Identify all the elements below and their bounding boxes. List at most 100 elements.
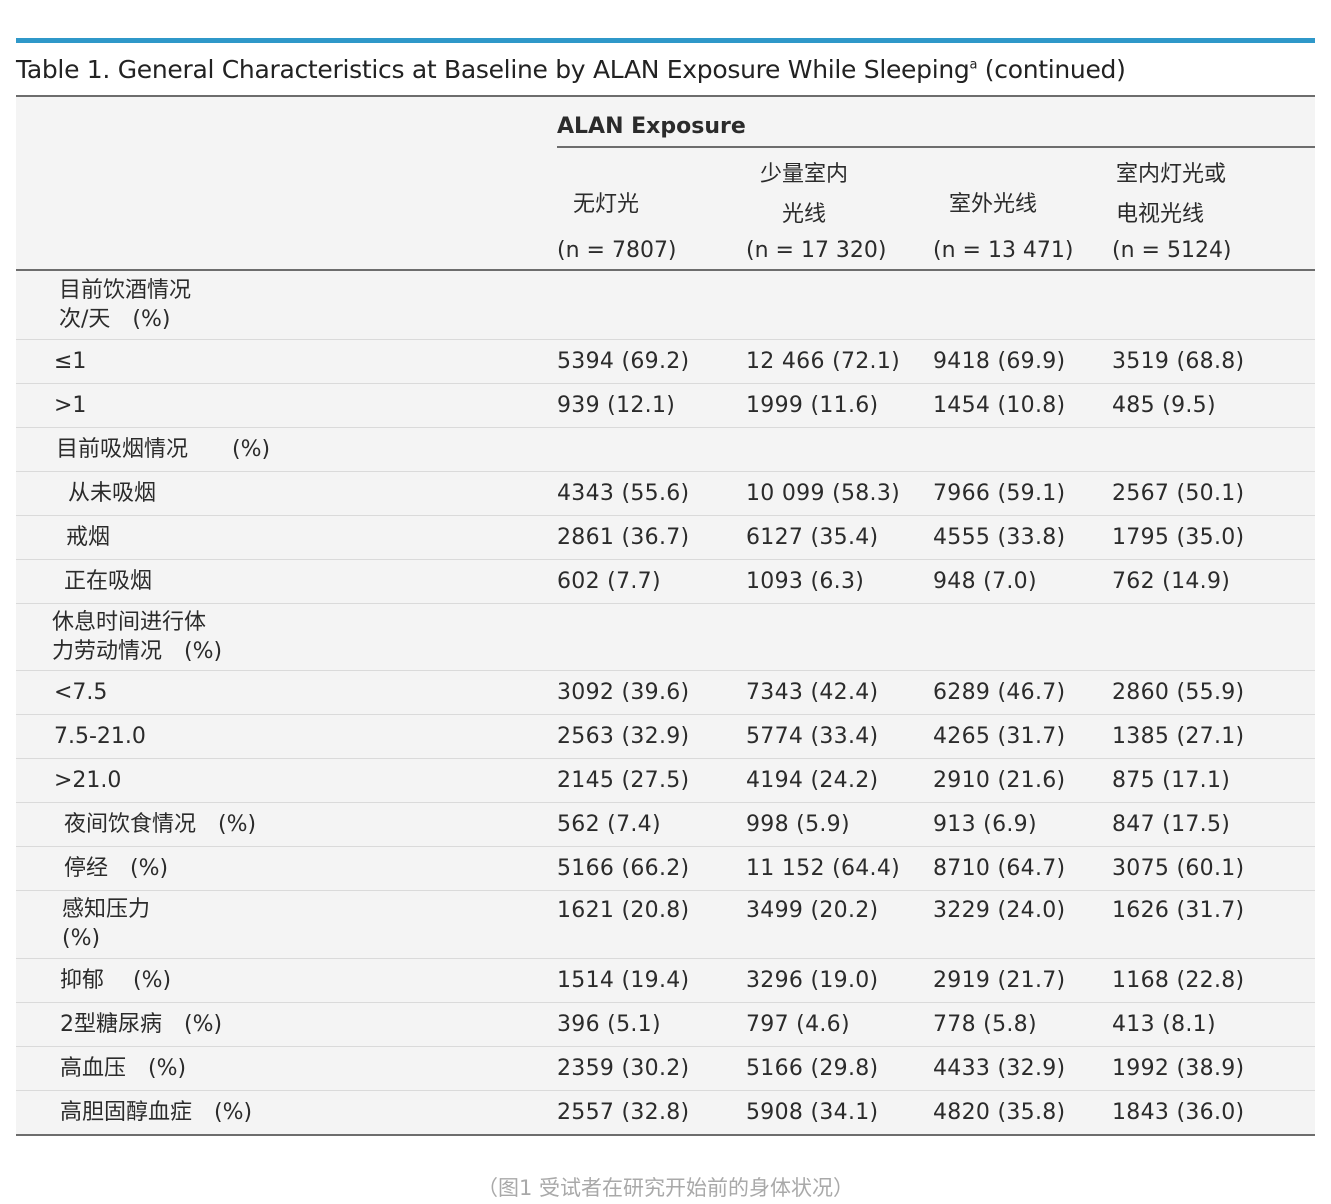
- row-label-line: 2型糖尿病 (%): [60, 1012, 223, 1037]
- table-cell: 7343 (42.4): [746, 680, 879, 705]
- row-label-line: 高血压 (%): [60, 1056, 187, 1081]
- row-label-line: 力劳动情况 (%): [52, 639, 223, 664]
- column-sample-size: (n = 17 320): [746, 238, 887, 263]
- table-cell: 2910 (21.6): [933, 768, 1066, 793]
- table-row: 戒烟 2861 (36.7) 6127 (35.4) 4555 (33.8) 1795 …: [16, 515, 1315, 560]
- column-sample-size: (n = 5124): [1112, 238, 1232, 263]
- table-row: 抑郁 (%) 1514 (19.4) 3296 (19.0) 2919 (21.7) 1…: [16, 958, 1315, 1003]
- row-label-line: 休息时间进行体: [52, 610, 207, 635]
- table-cell: 5166 (66.2): [557, 856, 690, 881]
- table-row: 感知压力 (%) 1621 (20.8) 3499 (20.2) 3229 (24.0)…: [16, 890, 1315, 959]
- table-cell: 1514 (19.4): [557, 968, 690, 993]
- row-label-line: 停经 (%): [64, 856, 169, 881]
- table-cell: 6127 (35.4): [746, 525, 879, 550]
- table-row: 高胆固醇血症 (%) 2557 (32.8) 5908 (34.1) 4820 (35…: [16, 1090, 1315, 1134]
- table-cell: 2145 (27.5): [557, 768, 690, 793]
- row-label: 感知压力 (%): [62, 895, 150, 953]
- title-footnote-marker: a: [969, 57, 978, 73]
- table-cell: 413 (8.1): [1112, 1012, 1216, 1037]
- column-name: 电视光线: [1116, 202, 1205, 227]
- table-row: 目前吸烟情况 (%): [16, 427, 1315, 472]
- row-label-line: 从未吸烟: [68, 481, 157, 506]
- table-row: 休息时间进行体 力劳动情况 (%): [16, 603, 1315, 671]
- table-row: 2型糖尿病 (%) 396 (5.1) 797 (4.6) 778 (5.8) 413 …: [16, 1002, 1315, 1047]
- table-cell: 396 (5.1): [557, 1012, 661, 1037]
- table-cell: 1999 (11.6): [746, 393, 879, 418]
- table-cell: 1168 (22.8): [1112, 968, 1245, 993]
- row-label: 目前饮酒情况 次/天 (%): [59, 276, 191, 334]
- table-cell: 3296 (19.0): [746, 968, 879, 993]
- row-label-line: (%): [62, 926, 101, 951]
- row-label: 抑郁 (%): [60, 966, 171, 995]
- table-cell: 4265 (31.7): [933, 724, 1066, 749]
- row-label: <7.5: [54, 678, 107, 707]
- row-label-line: >21.0: [54, 768, 122, 793]
- table-cell: 9418 (69.9): [933, 349, 1066, 374]
- row-label: 休息时间进行体 力劳动情况 (%): [52, 608, 222, 666]
- table-cell: 4820 (35.8): [933, 1100, 1066, 1125]
- table-cell: 4343 (55.6): [557, 481, 690, 506]
- table-cell: 3092 (39.6): [557, 680, 690, 705]
- row-label-line: ≤1: [54, 349, 87, 374]
- column-sample-size: (n = 13 471): [933, 238, 1074, 263]
- table-cell: 7966 (59.1): [933, 481, 1066, 506]
- table-title: Table 1. General Characteristics at Base…: [16, 52, 1315, 88]
- table-cell: 875 (17.1): [1112, 768, 1231, 793]
- column-name: 室内灯光或: [1116, 162, 1227, 187]
- table-row: 夜间饮食情况 (%) 562 (7.4) 998 (5.9) 913 (6.9) 847…: [16, 802, 1315, 847]
- table-cell: 939 (12.1): [557, 393, 676, 418]
- table-cell: 602 (7.7): [557, 569, 661, 594]
- table-row: 停经 (%) 5166 (66.2) 11 152 (64.4) 8710 (64.7…: [16, 846, 1315, 891]
- table-cell: 12 466 (72.1): [746, 349, 901, 374]
- column-name: 室外光线: [949, 192, 1038, 217]
- table-cell: 948 (7.0): [933, 569, 1037, 594]
- row-label: 高胆固醇血症 (%): [60, 1098, 252, 1127]
- row-label: >1: [54, 391, 86, 420]
- row-label: 戒烟: [66, 523, 110, 552]
- table-title-text: Table 1. General Characteristics at Base…: [16, 55, 970, 84]
- table-cell: 5394 (69.2): [557, 349, 690, 374]
- table-row: 目前饮酒情况 次/天 (%): [16, 271, 1315, 340]
- row-label: 夜间饮食情况 (%): [64, 810, 256, 839]
- table-cell: 1992 (38.9): [1112, 1056, 1245, 1081]
- row-label-line: 高胆固醇血症 (%): [60, 1100, 253, 1125]
- table-cell: 1795 (35.0): [1112, 525, 1245, 550]
- table-cell: 1093 (6.3): [746, 569, 865, 594]
- table-title-suffix: (continued): [977, 55, 1126, 84]
- table-row: >1 939 (12.1) 1999 (11.6) 1454 (10.8) 485 (9…: [16, 383, 1315, 428]
- row-label-line: 正在吸烟: [64, 569, 153, 594]
- table-row: ≤1 5394 (69.2) 12 466 (72.1) 9418 (69.9) 351…: [16, 339, 1315, 384]
- column-sample-size: (n = 7807): [557, 238, 677, 263]
- table-cell: 2861 (36.7): [557, 525, 690, 550]
- table-cell: 3519 (68.8): [1112, 349, 1245, 374]
- table-cell: 485 (9.5): [1112, 393, 1216, 418]
- row-label: 7.5-21.0: [54, 722, 146, 751]
- table-cell: 3075 (60.1): [1112, 856, 1245, 881]
- table-cell: 2557 (32.8): [557, 1100, 690, 1125]
- table-cell: 4194 (24.2): [746, 768, 879, 793]
- table-cell: 5908 (34.1): [746, 1100, 879, 1125]
- table-cell: 762 (14.9): [1112, 569, 1231, 594]
- table-cell: 4555 (33.8): [933, 525, 1066, 550]
- table-cell: 1626 (31.7): [1112, 898, 1245, 923]
- group-header-rule: [557, 146, 1315, 148]
- table-cell: 8710 (64.7): [933, 856, 1066, 881]
- row-label-line: 目前饮酒情况: [59, 278, 192, 303]
- table-cell: 1621 (20.8): [557, 898, 690, 923]
- table-cell: 1454 (10.8): [933, 393, 1066, 418]
- table-cell: 2359 (30.2): [557, 1056, 690, 1081]
- table-cell: 562 (7.4): [557, 812, 661, 837]
- table-cell: 2860 (55.9): [1112, 680, 1245, 705]
- table-row: >21.0 2145 (27.5) 4194 (24.2) 2910 (21.6) 87…: [16, 758, 1315, 803]
- column-name: 少量室内: [760, 162, 849, 187]
- row-label-line: 抑郁 (%): [60, 968, 172, 993]
- figure-caption: （图1 受试者在研究开始前的身体状况）: [476, 1176, 855, 1200]
- column-name: 无灯光: [573, 192, 640, 217]
- row-label: >21.0: [54, 766, 121, 795]
- group-header: ALAN Exposure: [557, 114, 746, 139]
- row-label-line: >1: [54, 393, 87, 418]
- table-cell: 1385 (27.1): [1112, 724, 1245, 749]
- table-cell: 3229 (24.0): [933, 898, 1066, 923]
- bottom-rule: [16, 1134, 1315, 1136]
- row-label-line: <7.5: [54, 680, 108, 705]
